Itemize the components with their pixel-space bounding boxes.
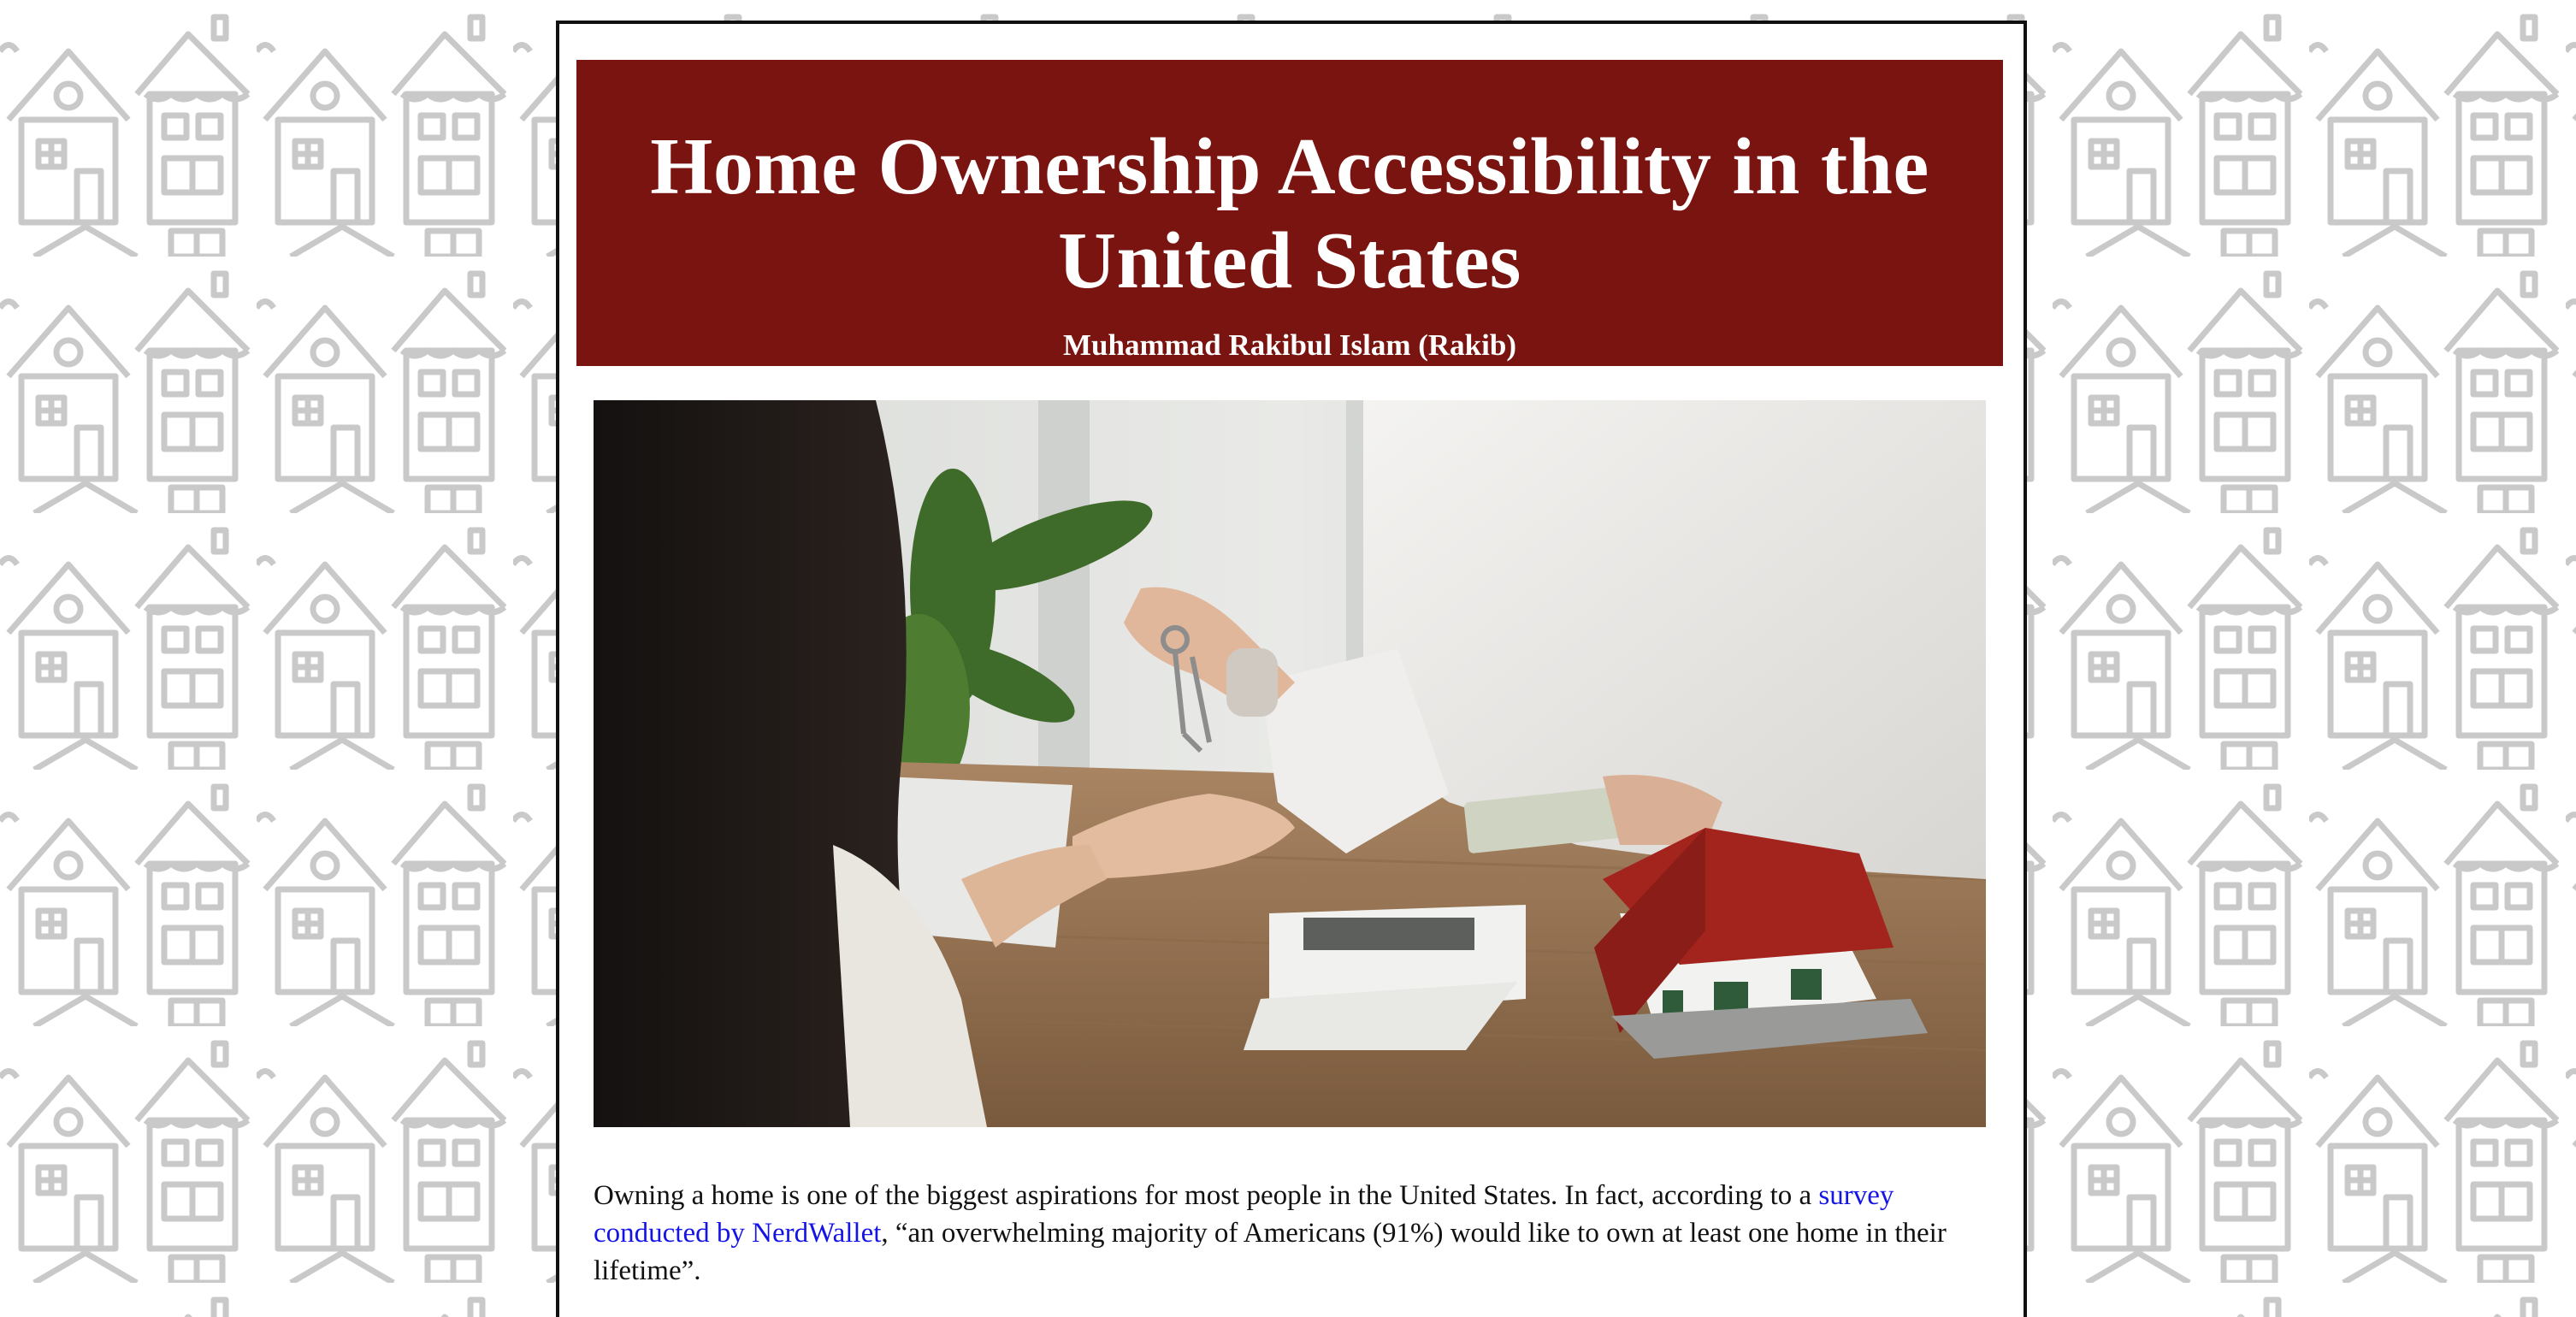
house-keys-handover-photo-icon: [594, 400, 1986, 1127]
page-title: Home Ownership Accessibility in the Unit…: [650, 122, 1929, 305]
title-banner: Home Ownership Accessibility in the Unit…: [576, 60, 2003, 366]
intro-text-start: Owning a home is one of the biggest aspi…: [594, 1180, 1819, 1211]
intro-paragraph: Owning a home is one of the biggest aspi…: [594, 1177, 1996, 1290]
author-name: Muhammad Rakibul Islam (Rakib): [1063, 328, 1516, 362]
article-container: Home Ownership Accessibility in the Unit…: [556, 21, 2027, 1317]
hero-image: [594, 400, 1986, 1127]
